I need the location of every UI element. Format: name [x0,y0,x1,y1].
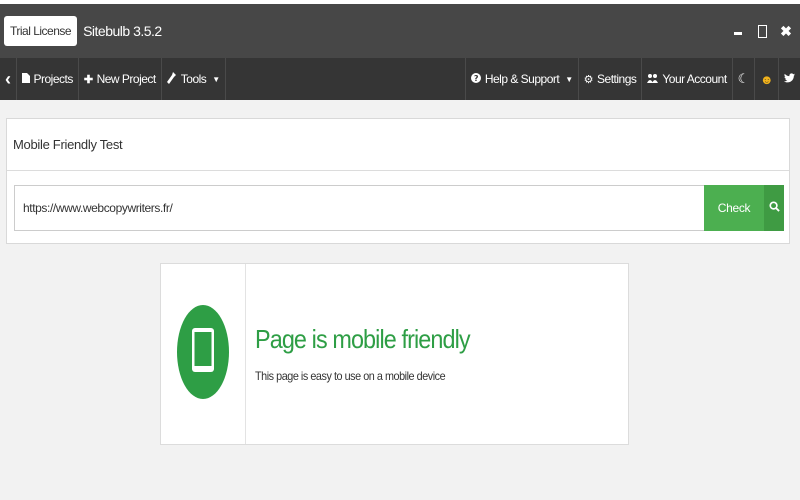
users-icon [647,73,659,86]
twitter-button[interactable] [778,58,800,100]
mobile-friendly-test-panel: Mobile Friendly Test Check [6,118,790,244]
url-input[interactable] [14,185,704,231]
dark-mode-toggle[interactable]: ☾ [731,58,754,100]
new-project-button[interactable]: ✚ New Project [79,58,162,100]
search-button[interactable] [764,185,784,231]
twitter-icon [784,72,795,86]
projects-label: Projects [33,72,74,86]
trial-license-badge[interactable]: Trial License [4,16,78,46]
title-bar: Trial License Sitebulb 3.5.2 ✖ [0,4,800,58]
check-button[interactable]: Check [704,185,764,231]
result-title: Page is mobile friendly [255,324,471,354]
settings-button[interactable]: ⚙ Settings [577,58,642,100]
window-controls: ✖ [728,4,800,58]
your-account-label: Your Account [662,72,727,86]
settings-label: Settings [597,72,637,86]
your-account-button[interactable]: Your Account [641,58,731,100]
new-project-label: New Project [96,72,157,86]
smiley-icon: ☻ [759,71,774,87]
main-toolbar: ‹ Projects ✚ New Project Tools ▼ ? Help … [0,58,800,100]
chevron-left-icon: ‹ [5,68,11,89]
back-button[interactable]: ‹ [0,58,17,100]
minimize-button[interactable] [728,16,748,46]
app-title: Sitebulb 3.5.2 [83,23,162,39]
result-icon-column [161,264,246,444]
help-support-menu[interactable]: ? Help & Support ▼ [464,58,578,100]
close-button[interactable]: ✖ [776,16,796,46]
file-icon [21,72,30,86]
caret-down-icon: ▼ [565,74,573,84]
moon-icon: ☾ [737,71,750,86]
caret-down-icon: ▼ [212,74,220,84]
result-text: Page is mobile friendly This page is eas… [246,264,494,444]
wrench-icon [166,71,177,87]
plus-icon: ✚ [83,73,93,86]
toolbar-right-group: ? Help & Support ▼ ⚙ Settings Your Accou… [464,58,800,100]
help-support-label: Help & Support [484,72,560,86]
result-description: This page is easy to use on a mobile dev… [255,369,446,383]
feedback-button[interactable]: ☻ [753,58,778,100]
maximize-button[interactable] [752,16,772,46]
result-card: Page is mobile friendly This page is eas… [160,263,629,445]
question-circle-icon: ? [470,72,481,86]
projects-button[interactable]: Projects [17,58,79,100]
search-icon [768,199,780,217]
panel-title: Mobile Friendly Test [7,119,789,171]
tools-label: Tools [180,72,207,86]
mobile-phone-icon [176,304,230,405]
url-input-group: Check [14,185,784,231]
tools-menu[interactable]: Tools ▼ [162,58,226,100]
gears-icon: ⚙ [583,73,594,86]
